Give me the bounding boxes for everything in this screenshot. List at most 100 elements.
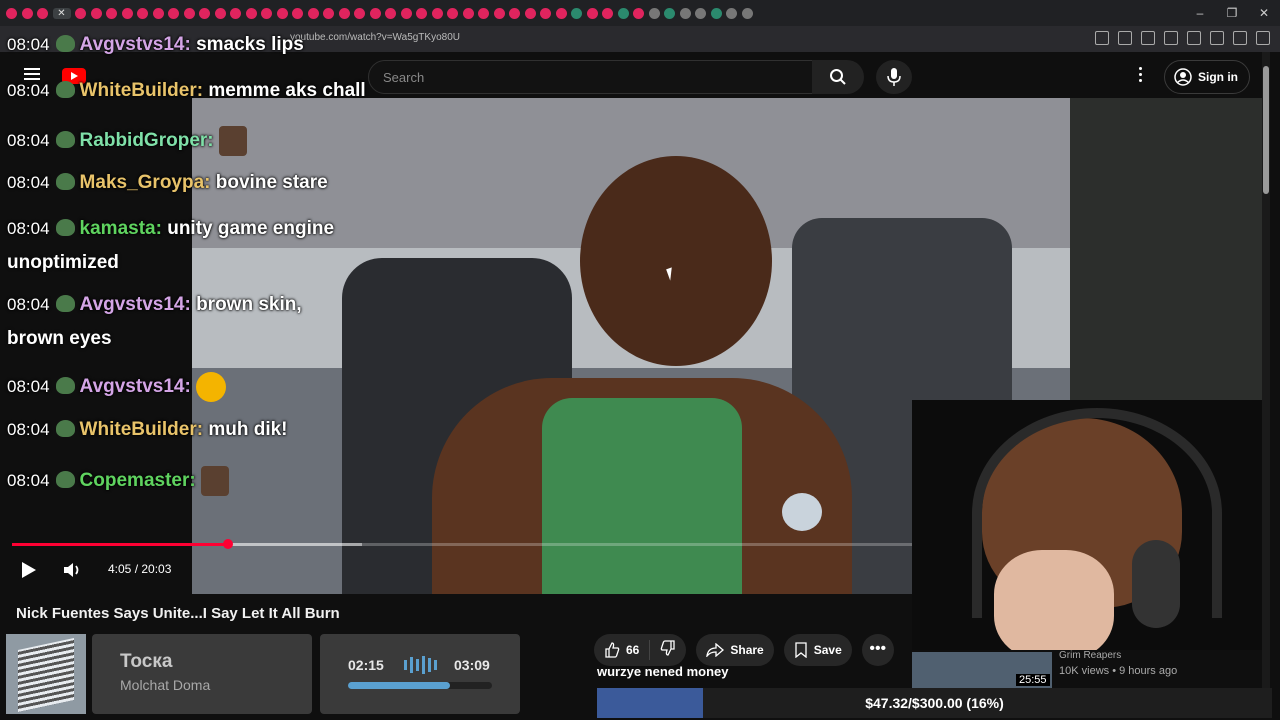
chat-username[interactable]: Avgvstvs14: [80, 34, 185, 55]
recommended-duration: 25:55: [1016, 674, 1050, 686]
chat-text: brown skin,: [196, 294, 302, 315]
volume-button[interactable]: [62, 560, 82, 585]
extension-icon[interactable]: [1210, 31, 1224, 45]
save-button[interactable]: Save: [783, 634, 852, 666]
browser-tab[interactable]: [493, 7, 505, 19]
browser-tab[interactable]: [168, 7, 179, 19]
browser-tab[interactable]: [726, 7, 737, 19]
browser-tab[interactable]: [152, 7, 164, 19]
chat-message: 08:04 WhiteBuilder: muh dik!: [7, 419, 288, 440]
dislike-button[interactable]: [650, 639, 686, 661]
browser-tab[interactable]: [431, 7, 443, 19]
chat-text: bovine stare: [215, 172, 328, 193]
chat-timestamp: 08:04: [7, 420, 50, 439]
browser-tab[interactable]: [416, 7, 427, 19]
browser-tab[interactable]: [664, 7, 675, 19]
browser-tab[interactable]: [6, 7, 17, 19]
thumbs-down-icon: [661, 639, 676, 656]
browser-tab[interactable]: [478, 7, 489, 19]
minimize-button[interactable]: –: [1184, 0, 1216, 26]
browser-tab[interactable]: [37, 7, 48, 19]
extension-icon[interactable]: [1118, 31, 1132, 45]
voice-search-button[interactable]: [876, 60, 912, 94]
browser-tab[interactable]: [385, 7, 396, 19]
waveform-icon: [404, 656, 437, 674]
browser-tab[interactable]: [586, 7, 598, 19]
browser-tab[interactable]: [695, 7, 706, 19]
donation-message: wurzye nened money: [597, 664, 729, 679]
menu-icon[interactable]: [1256, 31, 1270, 45]
recommended-thumbnail[interactable]: 25:55: [912, 652, 1052, 688]
recommended-channel[interactable]: Grim Reapers: [1059, 650, 1121, 661]
chat-username[interactable]: kamasta: [80, 218, 156, 239]
scrubber-handle[interactable]: [223, 539, 233, 549]
browser-tab[interactable]: [555, 7, 567, 19]
chat-username[interactable]: Copemaster: [80, 470, 190, 491]
search-input[interactable]: [381, 69, 785, 86]
browser-tab[interactable]: [90, 7, 102, 19]
settings-menu-icon[interactable]: [1136, 67, 1146, 85]
extension-icon[interactable]: [1095, 31, 1109, 45]
more-actions-icon[interactable]: •••: [861, 634, 894, 666]
play-button[interactable]: [20, 560, 38, 585]
chat-timestamp: 08:04: [7, 471, 50, 491]
chat-message: 08:04 Avgvstvs14: smacks lips: [7, 34, 304, 55]
browser-tab[interactable]: [524, 7, 536, 19]
share-button[interactable]: Share: [696, 634, 774, 666]
extension-icon[interactable]: [1164, 31, 1178, 45]
browser-tab[interactable]: [214, 7, 226, 19]
browser-tab[interactable]: [617, 7, 629, 19]
browser-tab[interactable]: [710, 7, 722, 19]
browser-tab[interactable]: [400, 7, 412, 19]
chat-username[interactable]: RabbidGroper: [80, 130, 208, 151]
browser-tab[interactable]: [261, 7, 272, 19]
browser-tab[interactable]: [679, 7, 691, 19]
recommended-video[interactable]: 25:55 Grim Reapers 10K views • 9 hours a…: [912, 650, 1262, 688]
browser-tab[interactable]: [462, 7, 474, 19]
user-badge-icon: [55, 81, 75, 98]
browser-tab[interactable]: [540, 7, 551, 19]
browser-tab[interactable]: [183, 7, 195, 19]
browser-tab[interactable]: [602, 7, 613, 19]
browser-tab[interactable]: [245, 7, 257, 19]
like-button[interactable]: 66: [594, 640, 651, 660]
browser-tab[interactable]: [447, 7, 458, 19]
chat-username[interactable]: Maks_Groypa: [80, 172, 205, 193]
browser-tab[interactable]: [106, 7, 117, 19]
extension-icon[interactable]: [1187, 31, 1201, 45]
close-button[interactable]: ✕: [1248, 0, 1280, 26]
chat-message: 08:04 kamasta: unity game engine: [7, 218, 335, 239]
chat-username[interactable]: Avgvstvs14: [80, 294, 185, 315]
browser-tab[interactable]: [323, 7, 334, 19]
chat-emote-icon: [218, 126, 247, 156]
active-tab[interactable]: ✕: [52, 7, 71, 19]
extension-icon[interactable]: [1141, 31, 1155, 45]
browser-tab[interactable]: [21, 7, 33, 19]
page-scrollbar[interactable]: [1262, 52, 1270, 692]
browser-tab[interactable]: [354, 7, 365, 19]
browser-tab[interactable]: [741, 7, 753, 19]
browser-tab[interactable]: [75, 7, 86, 19]
chat-username[interactable]: WhiteBuilder: [80, 80, 197, 101]
browser-tab[interactable]: [633, 7, 644, 19]
browser-tab[interactable]: [369, 7, 381, 19]
track-current-time: 02:15: [348, 657, 384, 673]
browser-tab[interactable]: [199, 7, 210, 19]
chat-username[interactable]: Avgvstvs14: [80, 376, 185, 397]
chat-username[interactable]: WhiteBuilder: [80, 419, 197, 440]
browser-tab[interactable]: [121, 7, 133, 19]
browser-tab[interactable]: [292, 7, 303, 19]
browser-tab[interactable]: [648, 7, 660, 19]
browser-tab[interactable]: [307, 7, 319, 19]
browser-tab[interactable]: [338, 7, 350, 19]
browser-tab[interactable]: [571, 7, 582, 19]
browser-tab[interactable]: [276, 7, 288, 19]
sign-in-button[interactable]: Sign in: [1164, 60, 1250, 94]
maximize-button[interactable]: ❐: [1216, 0, 1248, 26]
browser-tab[interactable]: [137, 7, 148, 19]
extension-icon[interactable]: [1233, 31, 1247, 45]
search-button[interactable]: [812, 60, 864, 94]
browser-tab[interactable]: [509, 7, 520, 19]
chat-message: 08:04 WhiteBuilder: memme aks chall: [7, 80, 366, 101]
browser-tab[interactable]: [230, 7, 241, 19]
